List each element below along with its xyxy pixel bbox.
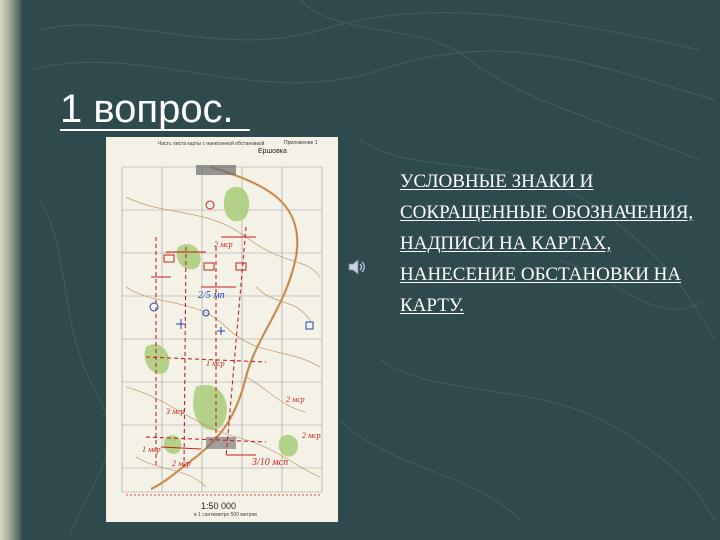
map-annex-label: Приложение 1 — [284, 140, 318, 146]
map-scale-note: в 1 сантиметре 500 метров — [194, 512, 257, 518]
map-drawing — [121, 165, 323, 496]
map-unit-label: 3/10 мсп — [252, 457, 289, 468]
map-unit-label: 3 мср — [166, 407, 185, 416]
map-caption: Часть листа карты с нанесенной обстановк… — [158, 141, 265, 147]
map-town-label: Ершовка — [258, 148, 287, 155]
left-decorative-strip — [0, 0, 22, 540]
map-unit-label: 1 мср — [142, 445, 161, 454]
title-underline — [60, 129, 250, 131]
slide-body-text: УСЛОВНЫЕ ЗНАКИ И СОКРАЩЕННЫЕ ОБОЗНАЧЕНИЯ… — [400, 171, 694, 316]
map-unit-label: 2/5 мп — [198, 290, 225, 301]
map-image: Часть листа карты с нанесенной обстановк… — [106, 137, 338, 522]
map-unit-label: 2 мср — [214, 240, 233, 249]
slide-title: 1 вопрос. — [60, 87, 234, 131]
speaker-icon[interactable] — [347, 258, 367, 276]
map-unit-label: 2 мср — [286, 395, 305, 404]
map-unit-label: 2 мср — [172, 459, 191, 468]
map-unit-label: 1 мср — [206, 359, 225, 368]
map-unit-label: 2 мср — [302, 431, 321, 440]
map-scale: 1:50 000 — [201, 501, 237, 511]
